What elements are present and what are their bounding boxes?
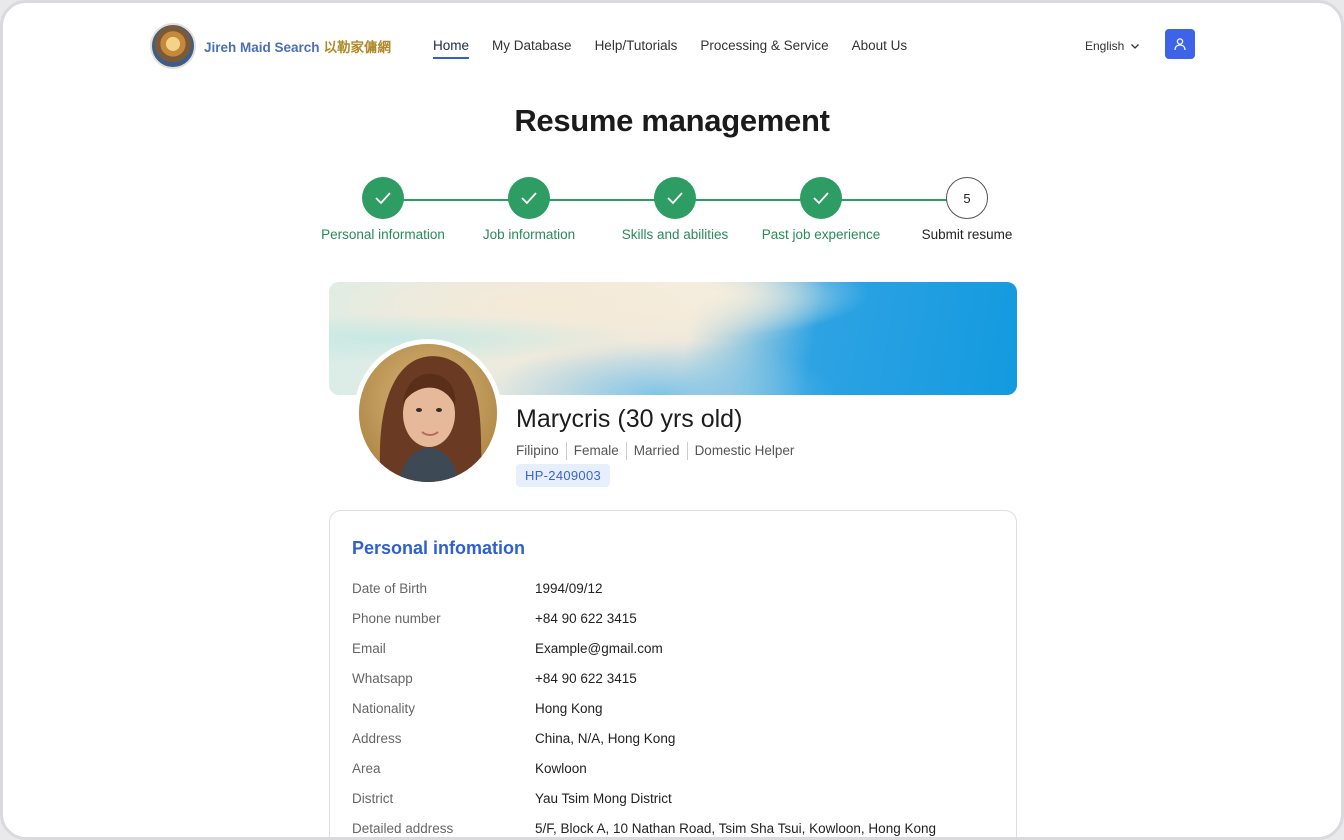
- top-header: Jireh Maid Search 以勒家傭網 Home My Database …: [3, 3, 1341, 91]
- info-value: 5/F, Block A, 10 Nathan Road, Tsim Sha T…: [535, 820, 936, 836]
- user-account-button[interactable]: [1165, 29, 1195, 59]
- info-label: District: [352, 790, 394, 806]
- language-selector[interactable]: English: [1085, 39, 1140, 53]
- check-icon: [362, 177, 404, 219]
- step-label: Job information: [482, 227, 576, 242]
- chevron-down-icon: [1131, 44, 1140, 49]
- info-label: Whatsapp: [352, 670, 413, 686]
- step-skills-and-abilities[interactable]: Skills and abilities: [595, 177, 755, 242]
- logo-text: Jireh Maid Search 以勒家傭網: [204, 36, 391, 56]
- nav-processing-service[interactable]: Processing & Service: [700, 38, 828, 59]
- info-value: Kowloon: [535, 760, 587, 776]
- tag-marital-status: Married: [625, 442, 687, 460]
- section-title: Personal infomation: [352, 538, 526, 558]
- check-icon: [800, 177, 842, 219]
- step-label: Past job experience: [761, 227, 881, 242]
- info-row: Nationality Hong Kong: [352, 693, 992, 723]
- step-label: Skills and abilities: [621, 227, 729, 242]
- info-row: Detailed address 5/F, Block A, 10 Nathan …: [352, 813, 992, 837]
- info-value: +84 90 622 3415: [535, 670, 637, 686]
- nav-about-us[interactable]: About Us: [852, 38, 908, 59]
- nav-help-tutorials[interactable]: Help/Tutorials: [595, 38, 678, 59]
- nav-my-database[interactable]: My Database: [492, 38, 572, 59]
- check-icon: [654, 177, 696, 219]
- info-value: Hong Kong: [535, 700, 603, 716]
- info-row: District Yau Tsim Mong District: [352, 783, 992, 813]
- tag-gender: Female: [565, 442, 626, 460]
- step-job-information[interactable]: Job information: [449, 177, 609, 242]
- nav-home[interactable]: Home: [433, 38, 470, 59]
- step-submit-resume[interactable]: 5 Submit resume: [887, 177, 1047, 242]
- avatar: [354, 339, 502, 487]
- info-row: Area Kowloon: [352, 753, 992, 783]
- logo-text-zh: 以勒家傭網: [323, 40, 392, 55]
- info-list: Date of Birth 1994/09/12 Phone number +84 …: [352, 573, 992, 837]
- info-label: Area: [352, 760, 381, 776]
- progress-stepper: Personal information Job information Ski…: [303, 177, 1043, 257]
- step-label: Personal information: [321, 227, 445, 242]
- info-label: Address: [352, 730, 402, 746]
- main-nav: Home My Database Help/Tutorials Processi…: [433, 38, 907, 59]
- info-value: +84 90 622 3415: [535, 610, 637, 626]
- info-label: Email: [352, 640, 386, 656]
- personal-info-card: Personal infomation Date of Birth 1994/09…: [329, 510, 1017, 837]
- user-icon: [1174, 38, 1186, 51]
- step-past-job-experience[interactable]: Past job experience: [741, 177, 901, 242]
- logo-emblem-icon: [150, 23, 196, 69]
- info-label: Date of Birth: [352, 580, 428, 596]
- language-label: English: [1085, 39, 1125, 53]
- profile-name: Marycris (30 yrs old): [516, 405, 743, 433]
- step-personal-information[interactable]: Personal information: [303, 177, 463, 242]
- info-value: Yau Tsim Mong District: [535, 790, 672, 806]
- check-icon: [508, 177, 550, 219]
- info-label: Detailed address: [352, 820, 454, 836]
- step-number: 5: [946, 177, 988, 219]
- logo[interactable]: Jireh Maid Search 以勒家傭網: [150, 23, 391, 69]
- info-row: Address China, N/A, Hong Kong: [352, 723, 992, 753]
- info-value: 1994/09/12: [535, 580, 603, 596]
- app-window: Jireh Maid Search 以勒家傭網 Home My Database …: [0, 0, 1344, 840]
- tag-job-type: Domestic Helper: [686, 442, 802, 460]
- logo-text-en: Jireh Maid Search: [204, 40, 320, 55]
- profile-code-badge: HP-2409003: [516, 464, 610, 487]
- profile-tags: Filipino Female Married Domestic Helper: [516, 442, 801, 460]
- info-row: Phone number +84 90 622 3415: [352, 603, 992, 633]
- info-row: Email Example@gmail.com: [352, 633, 992, 663]
- page-title: Resume management: [514, 103, 830, 138]
- step-label: Submit resume: [921, 227, 1013, 242]
- info-row: Date of Birth 1994/09/12: [352, 573, 992, 603]
- info-label: Phone number: [352, 610, 441, 626]
- tag-nationality: Filipino: [516, 443, 559, 458]
- info-label: Nationality: [352, 700, 416, 716]
- info-value: China, N/A, Hong Kong: [535, 730, 676, 746]
- info-row: Whatsapp +84 90 622 3415: [352, 663, 992, 693]
- info-value: Example@gmail.com: [535, 640, 663, 656]
